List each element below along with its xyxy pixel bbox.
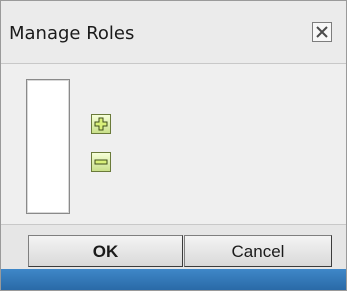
dialog-title: Manage Roles <box>9 23 135 44</box>
close-icon <box>316 26 328 38</box>
minus-icon <box>94 159 108 165</box>
ok-button[interactable]: OK <box>28 235 183 267</box>
dialog-title-bar: Manage Roles <box>1 1 346 64</box>
roles-list[interactable] <box>26 79 70 214</box>
manage-roles-dialog: Manage Roles OK Cancel <box>0 0 347 291</box>
bottom-accent-bar <box>1 269 346 290</box>
dialog-footer: OK Cancel <box>1 224 346 269</box>
remove-role-button[interactable] <box>91 152 111 172</box>
add-role-button[interactable] <box>91 114 111 134</box>
dialog-body <box>1 64 346 224</box>
plus-icon <box>94 117 108 131</box>
close-button[interactable] <box>312 22 332 42</box>
cancel-button[interactable]: Cancel <box>184 235 332 267</box>
